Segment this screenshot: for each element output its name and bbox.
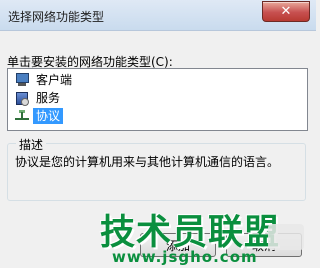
title-bar: 选择网络功能类型 ✕ <box>0 0 316 31</box>
description-text: 协议是您的计算机用来与其他计算机通信的语言。 <box>15 155 280 169</box>
cancel-button[interactable]: 取消 <box>226 233 302 257</box>
list-item-label: 客户端 <box>36 72 73 87</box>
watermark: 技术员联盟 www.jsgho.com <box>0 196 316 268</box>
list-item-client[interactable]: 客户端 <box>14 71 75 88</box>
window-title: 选择网络功能类型 <box>8 10 105 24</box>
protocol-icon <box>14 108 30 124</box>
service-icon <box>14 90 30 106</box>
description-group: 描述 协议是您的计算机用来与其他计算机通信的语言。 <box>7 136 306 201</box>
list-item-label: 协议 <box>33 107 64 124</box>
description-title: 描述 <box>16 136 47 153</box>
close-icon: ✕ <box>280 4 292 19</box>
network-feature-list[interactable]: 客户端 服务 协议 <box>7 68 308 131</box>
close-button[interactable]: ✕ <box>262 1 310 22</box>
client-icon <box>14 72 30 88</box>
add-button[interactable]: 添加 <box>140 233 216 257</box>
list-item-service[interactable]: 服务 <box>14 89 63 106</box>
list-item-label: 服务 <box>36 90 61 105</box>
list-item-protocol[interactable]: 协议 <box>14 107 64 124</box>
